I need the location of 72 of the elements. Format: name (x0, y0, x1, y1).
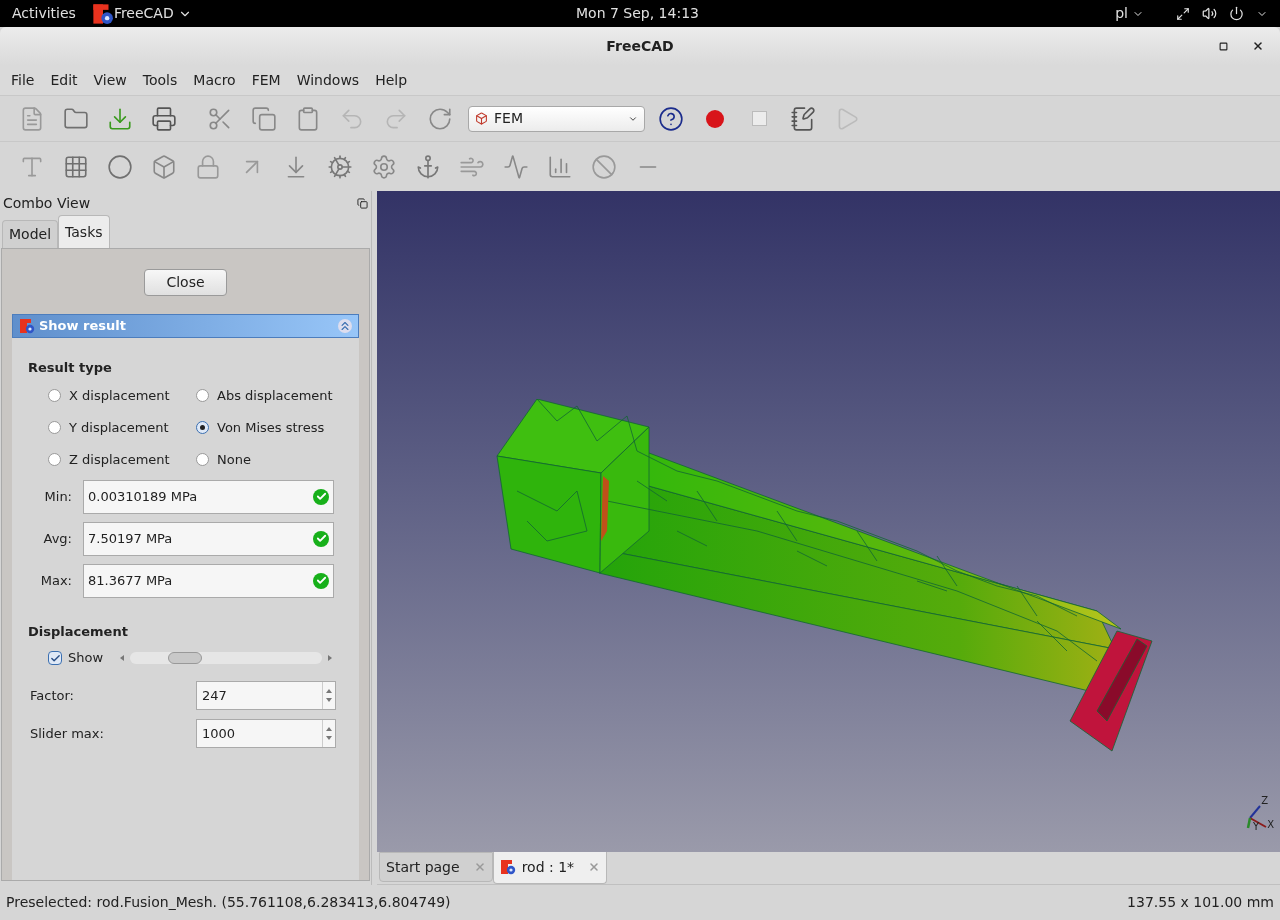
radio-button[interactable] (196, 453, 209, 466)
checkbox-label: Show (68, 649, 105, 668)
spin-box[interactable]: 247 (196, 681, 336, 710)
axis-label: Y (1253, 822, 1260, 832)
radio-option[interactable]: Abs displacement (196, 379, 336, 412)
menu-item[interactable]: Windows (288, 69, 368, 91)
keyboard-layout[interactable]: pl (1115, 3, 1144, 24)
app-menu[interactable]: FreeCAD (91, 2, 192, 25)
check-icon (313, 572, 329, 589)
group-title: Displacement (28, 622, 129, 641)
app-logo-icon (91, 2, 114, 25)
slider-track[interactable] (130, 652, 322, 664)
clock[interactable]: Mon 7 Sep, 14:13 (576, 3, 699, 24)
workbench-dropdown[interactable]: FEM (468, 105, 645, 132)
menu-item[interactable]: Edit (42, 69, 86, 91)
check-icon (313, 530, 329, 547)
field-label: Factor: (29, 686, 75, 705)
activities-button[interactable]: Activities (12, 3, 76, 24)
radio-option[interactable]: Z displacement (48, 443, 188, 476)
close-icon[interactable] (1252, 40, 1264, 52)
radio-button[interactable] (48, 421, 61, 434)
field-label: Avg: (42, 529, 73, 548)
value-field[interactable]: 81.3677 MPa (83, 563, 334, 598)
3d-viewport[interactable]: Z Y X (377, 191, 1280, 852)
group-title: Result type (28, 359, 113, 377)
volume-icon (1202, 6, 1217, 21)
radio-option[interactable]: X displacement (48, 379, 188, 412)
field-label: Slider max: (29, 724, 105, 743)
menu-item[interactable]: Help (367, 69, 416, 91)
menu-item[interactable]: Tools (134, 69, 186, 91)
field-label: Max: (39, 571, 73, 590)
menu-item[interactable]: FEM (243, 69, 289, 91)
menu-item[interactable]: View (85, 69, 135, 91)
check-icon (313, 488, 329, 505)
close-icon (588, 861, 601, 873)
document-icon (499, 859, 516, 875)
axis-label: X (1267, 820, 1274, 830)
app-logo-icon (19, 318, 35, 334)
field-label: Min: (43, 487, 73, 506)
radio-button[interactable] (48, 389, 61, 402)
checkbox[interactable] (48, 651, 62, 665)
tab[interactable]: Model (2, 220, 59, 248)
radio-option[interactable]: None (196, 443, 336, 476)
close-button[interactable]: Close (144, 269, 227, 296)
radio-button[interactable] (196, 389, 209, 402)
close-icon (473, 861, 486, 873)
panel-title: Combo View (3, 193, 91, 213)
slider-thumb[interactable] (167, 652, 202, 664)
document-tab[interactable]: Start page (379, 852, 493, 882)
undock-icon[interactable] (357, 197, 368, 209)
radio-option[interactable]: Von Mises stress (196, 411, 336, 444)
maximize-icon[interactable] (1219, 41, 1228, 51)
dimensions-text: 137.55 x 101.00 mm (1127, 893, 1274, 912)
radio-button[interactable] (196, 421, 209, 434)
menu-item[interactable]: File (3, 69, 43, 91)
radio-option[interactable]: Y displacement (48, 411, 188, 444)
value-field[interactable]: 0.00310189 MPa (83, 479, 334, 514)
section-title: Show result (39, 317, 126, 336)
menu-item[interactable]: Macro (185, 69, 244, 91)
value-field[interactable]: 7.50197 MPa (83, 521, 334, 556)
axis-label: Z (1261, 796, 1268, 806)
spin-box[interactable]: 1000 (196, 719, 336, 748)
tab[interactable]: Tasks (58, 215, 110, 248)
status-message: Preselected: rod.Fusion_Mesh. (55.761108,6.283413,6.804749) (6, 893, 451, 912)
collapse-icon[interactable] (338, 319, 352, 333)
power-icon (1229, 6, 1244, 21)
document-tab[interactable]: rod : 1* (492, 851, 608, 884)
right-arrow-icon[interactable] (328, 655, 332, 661)
radio-button[interactable] (48, 453, 61, 466)
left-arrow-icon[interactable] (120, 655, 124, 661)
window-title: FreeCAD (606, 36, 674, 56)
cube-icon (475, 112, 488, 125)
